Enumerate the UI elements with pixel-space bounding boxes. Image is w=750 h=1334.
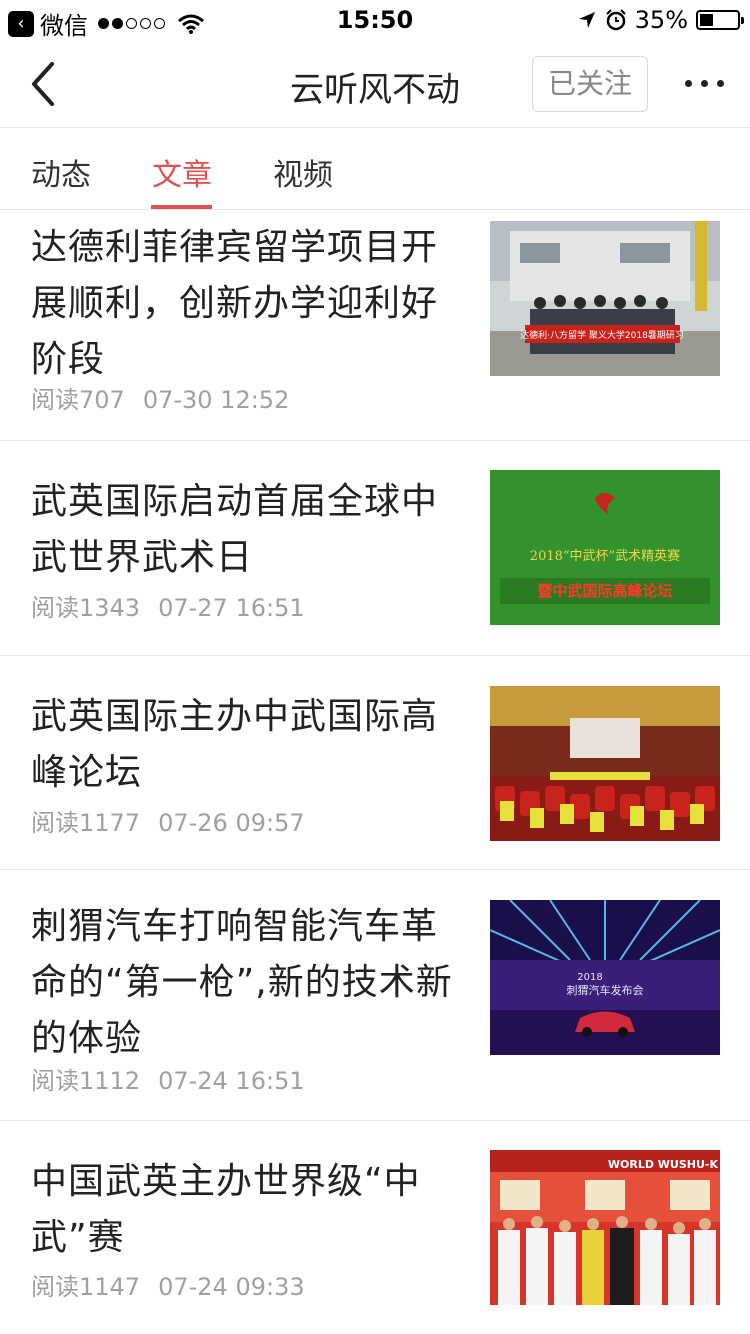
nav-bar: 云听风不动 已关注 [0,40,750,128]
poster-line-2: 暨中武国际高峰论坛 [537,582,672,600]
alarm-icon [605,9,626,31]
article-meta: 阅读707 07-30 12:52 [31,380,289,415]
article-thumbnail[interactable]: 2018“中武杯”武术精英赛 暨中武国际高峰论坛 [490,470,720,625]
article-thumbnail[interactable] [490,686,720,841]
article-meta: 阅读1177 07-26 09:57 [31,803,305,838]
publish-date: 07-24 16:51 [158,1067,305,1095]
article-title[interactable]: 武英国际主办中武国际高峰论坛 [31,689,461,801]
banner-text: 达德利·八方留学 聚义大学2018暑期研习 [520,329,684,341]
article-item[interactable]: 达德利菲律宾留学项目开展顺利，创新办学迎利好阶段 阅读707 07-30 12:5… [0,210,750,441]
read-count: 阅读1112 [31,1067,141,1095]
location-icon [578,12,595,28]
article-item[interactable]: 武英国际主办中武国际高峰论坛 阅读1177 07-26 09:57 [0,656,750,870]
article-thumbnail[interactable]: 2018 刺猬汽车发布会 [490,900,720,1055]
stage-line-2: 刺猬汽车发布会 [567,983,644,997]
publish-date: 07-26 09:57 [158,809,305,837]
article-title[interactable]: 中国武英主办世界级“中武”赛 [31,1154,461,1266]
article-thumbnail[interactable]: 达德利·八方留学 聚义大学2018暑期研习 [490,221,720,376]
tab-dynamics[interactable]: 动态 [31,150,91,194]
article-item[interactable]: 中国武英主办世界级“中武”赛 阅读1147 07-24 09:33 WORLD W… [0,1121,750,1334]
follow-button[interactable]: 已关注 [532,56,648,112]
active-tab-indicator [151,205,212,209]
article-title[interactable]: 武英国际启动首届全球中武世界武术日 [31,474,461,586]
article-title[interactable]: 刺猬汽车打响智能汽车革命的“第一枪”,新的技术新的体验 [31,899,461,1067]
battery-percent: 35% [634,6,688,34]
article-title[interactable]: 达德利菲律宾留学项目开展顺利，创新办学迎利好阶段 [31,220,461,388]
tab-articles[interactable]: 文章 [152,150,212,194]
read-count: 阅读1177 [31,809,141,837]
tab-bar: 动态 文章 视频 [0,128,750,210]
read-count: 阅读1343 [31,594,141,622]
more-icon[interactable] [676,80,724,87]
status-bar: ‹ 微信 15:50 35% [0,0,750,40]
publish-date: 07-24 09:33 [158,1273,305,1301]
read-count: 阅读1147 [31,1273,141,1301]
banner-text: WORLD WUSHU-K [608,1158,719,1171]
publish-date: 07-30 12:52 [142,386,290,414]
article-meta: 阅读1343 07-27 16:51 [31,588,305,623]
article-meta: 阅读1112 07-24 16:51 [31,1061,305,1096]
read-count: 阅读707 [31,386,125,414]
article-meta: 阅读1147 07-24 09:33 [31,1267,305,1302]
poster-line-1: 2018“中武杯”武术精英赛 [530,548,680,564]
article-thumbnail[interactable]: WORLD WUSHU-K [490,1150,720,1305]
article-item[interactable]: 刺猬汽车打响智能汽车革命的“第一枪”,新的技术新的体验 阅读1112 07-24 … [0,870,750,1121]
publish-date: 07-27 16:51 [158,594,305,622]
battery-icon [696,10,744,30]
stage-line-1: 2018 [577,972,602,983]
article-item[interactable]: 武英国际启动首届全球中武世界武术日 阅读1343 07-27 16:51 2018… [0,441,750,656]
status-right: 35% [577,6,744,34]
tab-videos[interactable]: 视频 [273,150,333,194]
